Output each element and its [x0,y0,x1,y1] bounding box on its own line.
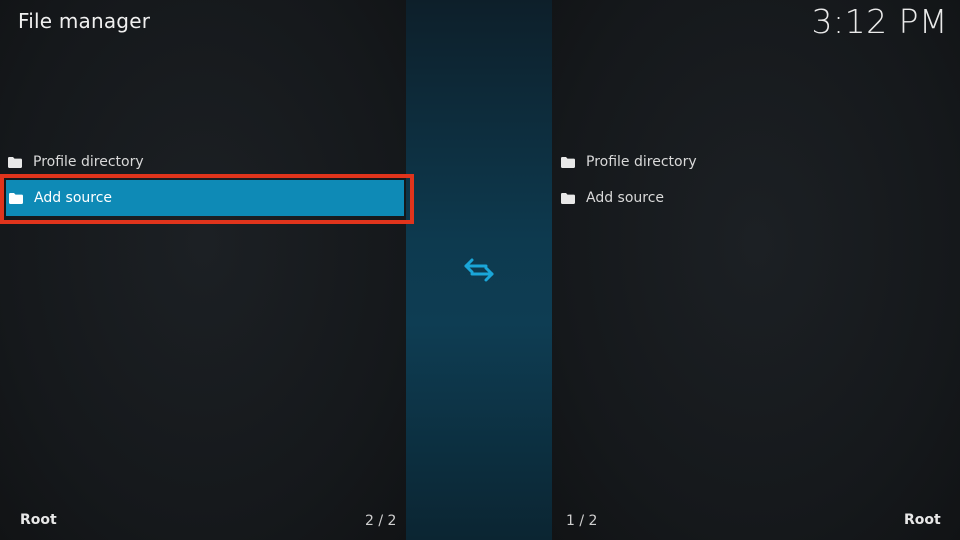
left-pane [0,0,406,540]
left-file-list: Profile directory Add source [0,144,410,216]
folder-icon [9,192,23,204]
swap-arrows-icon[interactable] [462,253,496,287]
list-item-profile-directory[interactable]: Profile directory [0,144,410,180]
right-path-label: Root [904,512,941,528]
file-manager-screen: File manager 3:12 PM Profile directory A… [0,0,960,540]
center-divider [406,0,552,540]
list-item-label: Add source [586,190,665,206]
left-item-count: 2 / 2 [365,513,397,529]
clock: 3:12 PM [811,2,948,41]
folder-icon [561,192,575,204]
list-item-profile-directory[interactable]: Profile directory [552,144,960,180]
list-item-label: Profile directory [586,154,697,170]
list-item-add-source[interactable]: Add source [552,180,960,216]
list-item-add-source[interactable]: Add source [6,180,404,216]
folder-icon [8,156,22,168]
page-title: File manager [18,9,151,33]
right-pane [552,0,960,540]
right-file-list: Profile directory Add source [552,144,960,216]
right-item-count: 1 / 2 [566,513,598,529]
list-item-label: Add source [34,190,113,206]
left-path-label: Root [20,512,57,528]
folder-icon [561,156,575,168]
list-item-label: Profile directory [33,154,144,170]
